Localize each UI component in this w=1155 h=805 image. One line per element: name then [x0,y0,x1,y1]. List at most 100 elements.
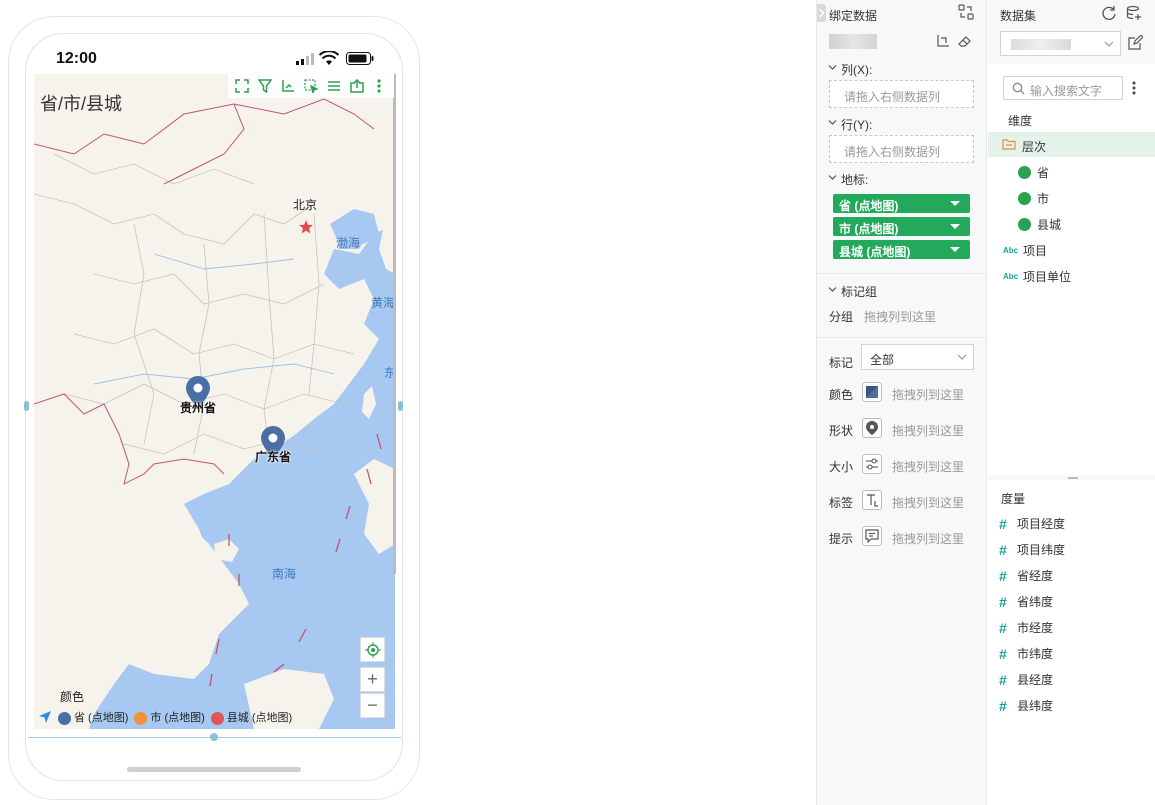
color-drop-zone[interactable]: 拖拽列到这里 [892,386,964,403]
map-legend: 省 (点地图) 市 (点地图) 县城 (点地图) [38,709,292,725]
resize-handle-left[interactable] [24,401,29,411]
legend-item-city[interactable]: 市 (点地图) [134,709,205,725]
collapse-panel-button[interactable] [817,4,826,22]
number-type-icon: # [999,541,1007,558]
mark-type-select[interactable]: 全部 [861,344,974,370]
number-type-icon: # [999,619,1007,636]
export-icon[interactable] [349,78,365,94]
divider [817,337,987,338]
measure-item[interactable]: # 项目经度 [999,515,1065,532]
select-icon[interactable] [303,78,319,94]
measure-item[interactable]: # 县纬度 [999,697,1053,714]
measure-item[interactable]: # 市经度 [999,619,1053,636]
chevron-down-icon [828,120,837,125]
eraser-icon[interactable] [958,34,972,48]
label-icon[interactable] [862,490,882,510]
caret-down-icon[interactable] [950,224,960,229]
chart-toolbar [228,74,394,98]
color-icon[interactable] [862,382,882,402]
size-drop-zone[interactable]: 拖拽列到这里 [892,458,964,475]
pin-label-guizhou: 贵州省 [180,401,217,415]
measure-item[interactable]: # 省经度 [999,567,1053,584]
shape-label: 形状 [829,424,854,438]
mark-label: 标记 [829,356,854,370]
edit-icon[interactable] [1127,35,1143,51]
minus-icon: − [367,695,378,715]
size-icon[interactable] [862,454,882,474]
transpose-icon[interactable] [936,34,950,48]
chevron-down-icon [828,287,837,292]
tooltip-drop-zone[interactable]: 拖拽列到这里 [892,530,964,547]
columns-drop-zone[interactable]: 请拖入右侧数据列 [829,80,974,108]
chevron-down-icon [828,65,837,70]
zoom-in-button[interactable]: + [360,667,385,692]
geo-pill-city[interactable]: 市 (点地图) [833,217,970,236]
number-type-icon: # [999,593,1007,610]
map-scrollbar[interactable] [393,74,396,574]
rows-label: 行(Y): [841,118,873,132]
home-indicator [127,767,301,772]
dataset-select[interactable] [1000,31,1121,56]
resize-handle-right[interactable] [398,401,403,411]
group-label: 分组 [829,310,854,324]
chevron-right-icon [818,8,825,18]
group-drop-zone[interactable]: 拖拽列到这里 [864,308,936,325]
dimension-label: 维度 [1008,114,1033,128]
wifi-icon [319,51,339,65]
filter-icon[interactable] [257,78,273,94]
more-icon[interactable] [1132,81,1136,95]
resize-handle-bottom[interactable] [210,733,218,741]
locate-button[interactable] [360,637,385,662]
dimension-section: 输入搜索文字 维度 层次 省 市 县城 Abc 项目 Abc 项目单位 [988,64,1155,475]
caret-down-icon[interactable] [950,247,960,252]
color-label: 颜色 [829,388,854,402]
number-type-icon: # [999,671,1007,688]
list-icon[interactable] [326,78,342,94]
map-canvas[interactable]: 北京 渤海 黄海 东 南海 贵州省 广东省 + − [34,74,395,729]
plus-icon: + [367,669,378,689]
add-dataset-icon[interactable] [1126,5,1142,21]
bind-data-title: 绑定数据 [829,9,878,23]
caret-down-icon[interactable] [950,201,960,206]
drill-icon[interactable] [280,78,296,94]
refresh-icon[interactable] [1101,5,1117,21]
measure-item[interactable]: # 市纬度 [999,645,1053,662]
more-icon[interactable] [371,78,387,94]
hierarchy-row[interactable]: 层次 [988,132,1155,157]
geo-label: 地标: [841,173,869,187]
field-project-unit[interactable]: Abc 项目单位 [1003,268,1071,285]
chevron-down-icon [1104,41,1114,47]
zoom-out-button[interactable]: − [360,693,385,718]
number-type-icon: # [999,567,1007,584]
splitter-handle[interactable] [1068,477,1078,479]
field-province[interactable]: 省 [1018,164,1049,181]
legend-item-province[interactable]: 省 (点地图) [58,709,128,725]
geo-pill-province[interactable]: 省 (点地图) [833,194,970,213]
field-search-input[interactable]: 输入搜索文字 [1003,76,1123,100]
shape-drop-zone[interactable]: 拖拽列到这里 [892,422,964,439]
shape-icon[interactable] [862,418,882,438]
chart-title: 省/市/县城 [40,94,123,114]
dataset-name-blurred [829,34,877,49]
field-city[interactable]: 市 [1018,190,1049,207]
rows-drop-zone[interactable]: 请拖入右侧数据列 [829,135,974,163]
tooltip-label: 提示 [829,532,854,546]
measure-label: 度量 [1001,492,1026,506]
mark-group-label: 标记组 [841,285,878,299]
sea-label-bohai: 渤海 [336,236,361,250]
tooltip-icon[interactable] [862,526,882,546]
search-icon [1012,82,1025,95]
measure-item[interactable]: # 县经度 [999,671,1053,688]
field-project[interactable]: Abc 项目 [1003,242,1047,259]
label-drop-zone[interactable]: 拖拽列到这里 [892,494,964,511]
measure-item[interactable]: # 项目纬度 [999,541,1065,558]
measure-item[interactable]: # 省纬度 [999,593,1053,610]
geo-pill-county[interactable]: 县城 (点地图) [833,240,970,259]
expand-icon[interactable] [234,78,250,94]
swap-icon[interactable] [958,4,974,20]
chevron-down-icon [957,354,967,360]
legend-dot-province [58,711,71,725]
field-county[interactable]: 县城 [1018,216,1061,233]
globe-icon [1018,192,1031,205]
legend-item-county[interactable]: 县城 (点地图) [210,709,292,725]
